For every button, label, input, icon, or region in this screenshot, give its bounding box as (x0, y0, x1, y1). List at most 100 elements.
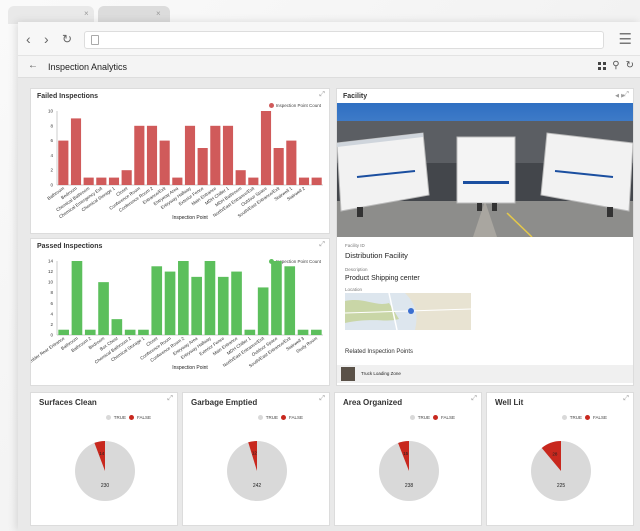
chart-bar[interactable] (235, 170, 246, 185)
search-icon[interactable]: ⚲ (612, 60, 619, 71)
y-tick-label: 8 (50, 123, 53, 128)
menu-icon[interactable]: ☰ (619, 30, 632, 48)
x-tick-label: Assembler Rear Entrance (31, 335, 66, 369)
chart-bar[interactable] (197, 148, 208, 185)
y-tick-label: 10 (48, 280, 54, 285)
tab-close-icon[interactable]: × (156, 9, 161, 18)
page-icon (91, 35, 99, 45)
chart-bar[interactable] (260, 111, 272, 185)
facility-photo (337, 103, 633, 237)
panel-title: Facility (343, 93, 368, 100)
chart-bar[interactable] (210, 125, 221, 185)
chart-bar[interactable] (257, 287, 269, 335)
pie-chart: 12 242 (227, 441, 287, 501)
chart-bar[interactable] (121, 170, 132, 185)
pie-value-false: 12 (252, 451, 258, 456)
y-tick-label: 10 (48, 109, 54, 114)
chart-bar[interactable] (298, 177, 310, 185)
chart-bar[interactable] (164, 271, 176, 335)
passed-inspections-panel: Passed Inspections ⤢ Inspection Point Co… (30, 238, 330, 386)
pie-chart: 28 225 (531, 441, 591, 501)
chart-bar[interactable] (248, 177, 259, 185)
related-point-thumbnail (341, 367, 355, 381)
chart-bar[interactable] (84, 329, 96, 335)
facility-id-label: Facility ID (345, 243, 365, 248)
refresh-icon[interactable]: ↻ (626, 60, 634, 71)
address-bar[interactable] (84, 31, 604, 49)
prev-icon[interactable]: ◀ (615, 93, 619, 99)
chart-bar[interactable] (286, 140, 297, 185)
forward-arrow-icon[interactable]: › (44, 31, 49, 47)
chart-bar[interactable] (311, 177, 322, 185)
chart-bar[interactable] (134, 125, 145, 185)
back-arrow-icon[interactable]: ← (28, 60, 38, 71)
chart-bar[interactable] (96, 177, 107, 185)
chart-bar[interactable] (172, 177, 183, 185)
pie-value-true: 238 (405, 483, 414, 489)
chart-bar[interactable] (138, 329, 149, 335)
tab-close-icon[interactable]: × (84, 9, 89, 18)
grid-icon[interactable] (598, 62, 607, 70)
chart-bar[interactable] (222, 125, 234, 185)
y-tick-label: 6 (50, 301, 53, 306)
chart-bar[interactable] (178, 261, 189, 335)
expand-icon[interactable]: ⤢ (623, 91, 629, 99)
chart-bar[interactable] (58, 329, 69, 335)
chart-bar[interactable] (151, 266, 163, 335)
y-tick-label: 12 (48, 269, 54, 274)
chart-bar[interactable] (71, 261, 83, 335)
pie-value-false: 14 (99, 451, 105, 456)
pie-value-true: 230 (101, 483, 110, 489)
reload-icon[interactable]: ↻ (62, 32, 72, 46)
chart-bar[interactable] (58, 140, 69, 185)
pie-chart: 14 230 (75, 441, 135, 501)
related-point-label: Truck Loading Zone (361, 371, 401, 376)
kpi-panel: Garbage Emptied ⤢ TRUE FALSE 12 242 (182, 392, 330, 526)
page-title: Inspection Analytics (48, 62, 128, 72)
location-map[interactable] (345, 293, 471, 330)
chart-bar[interactable] (284, 266, 296, 335)
facility-panel: Facility ◀ ▶ ⤢ Facility ID Distribution … (336, 88, 634, 386)
chart-bar[interactable] (124, 329, 136, 335)
chart-bar[interactable] (70, 118, 82, 185)
chart-bar[interactable] (204, 261, 216, 335)
chart-bar[interactable] (111, 319, 123, 335)
y-tick-label: 2 (50, 322, 53, 327)
chart-bar[interactable] (297, 329, 309, 335)
passed-bar-chart: 02468101214Assembler Rear EntranceBathro… (31, 259, 323, 371)
chart-bar[interactable] (108, 177, 120, 185)
y-tick-label: 2 (50, 168, 53, 173)
failed-bar-chart: 0246810BathroomBedroomChemical BathroomC… (46, 109, 323, 221)
chart-bar[interactable] (271, 261, 282, 335)
location-label: Location (345, 287, 363, 292)
x-axis-title: Inspection Point (172, 215, 208, 221)
chart-bar[interactable] (83, 177, 94, 185)
description-value: Product Shipping center (345, 275, 420, 282)
x-axis-title: Inspection Point (172, 365, 208, 371)
kpi-panel: Area Organized ⤢ TRUE FALSE 15 238 (334, 392, 482, 526)
chart-bar[interactable] (146, 125, 158, 185)
pie-chart: 15 238 (379, 441, 439, 501)
dashboard: Failed Inspections ⤢ Inspection Point Co… (18, 78, 640, 531)
chart-bar[interactable] (311, 329, 322, 335)
chart-bar[interactable] (231, 271, 242, 335)
related-point-row[interactable]: Truck Loading Zone (337, 365, 633, 383)
y-tick-label: 6 (50, 138, 53, 143)
chart-bar[interactable] (244, 329, 256, 335)
y-tick-label: 14 (48, 259, 54, 264)
chart-bar[interactable] (159, 140, 170, 185)
back-arrow-icon[interactable]: ‹ (26, 31, 31, 47)
y-tick-label: 0 (50, 333, 53, 338)
chart-bar[interactable] (184, 125, 196, 185)
kpi-panel: Surfaces Clean ⤢ TRUE FALSE 14 230 (30, 392, 178, 526)
chart-bar[interactable] (273, 148, 284, 185)
app-header: ← Inspection Analytics ⚲ ↻ (18, 56, 640, 78)
browser-window: ‹ › ↻ ☰ ← Inspection Analytics ⚲ ↻ Faile… (18, 22, 640, 531)
chart-bar[interactable] (191, 276, 202, 335)
y-tick-label: 8 (50, 290, 53, 295)
pie-value-true: 242 (253, 483, 262, 489)
pie-value-false: 15 (403, 451, 409, 456)
chart-bar[interactable] (98, 282, 109, 335)
address-toolbar: ‹ › ↻ ☰ (18, 22, 640, 56)
chart-bar[interactable] (217, 276, 229, 335)
